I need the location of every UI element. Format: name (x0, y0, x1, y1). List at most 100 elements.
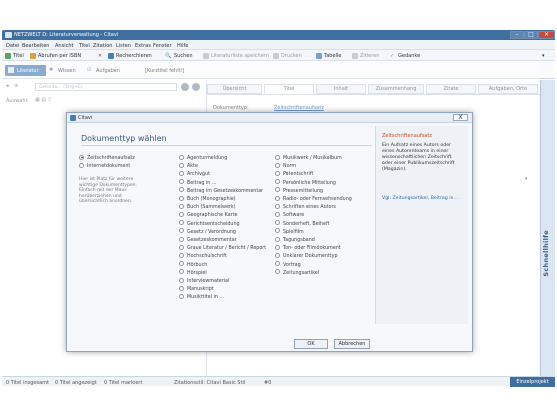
doctype-option[interactable]: Geographische Karte (179, 211, 237, 218)
abbrechen-button[interactable]: Abbrechen (334, 339, 370, 349)
menu-hilfe[interactable]: Hilfe (177, 43, 188, 49)
suchen-button[interactable]: Suchen (174, 53, 193, 59)
radio-button[interactable] (275, 269, 280, 275)
doctype-option[interactable]: Norm (275, 162, 297, 170)
radio-button[interactable] (275, 179, 280, 185)
radio-button[interactable] (179, 269, 184, 275)
radio-button[interactable] (179, 220, 184, 226)
radio-button[interactable] (275, 220, 280, 226)
radio-button[interactable] (275, 261, 280, 267)
doctype-option[interactable]: Ton- oder Filmdokument (275, 244, 341, 251)
doctype-option[interactable]: Musikttitel in ... (179, 293, 224, 300)
zitieren-button[interactable]: Zitieren (360, 53, 379, 59)
doctype-option[interactable]: Musikwerk / Musikalbum (275, 154, 342, 161)
menu-datei[interactable]: Datei (6, 43, 19, 49)
menu-fenster[interactable]: Fenster (153, 43, 172, 49)
doctype-option[interactable]: Software (275, 211, 304, 218)
radio-button[interactable] (275, 252, 280, 258)
ok-button[interactable]: OK (294, 339, 328, 349)
doctype-option[interactable]: Internetdokument (79, 162, 130, 169)
status-count: #0 (264, 380, 272, 386)
dialog-close-button[interactable]: X (453, 114, 468, 121)
radio-button[interactable] (275, 244, 280, 250)
recherchieren-button[interactable]: Recherchieren (116, 53, 152, 59)
radio-button[interactable] (179, 228, 184, 234)
radio-button[interactable] (275, 211, 280, 217)
radio-button[interactable] (179, 252, 184, 258)
doctype-option[interactable]: Gesetz / Verordnung (179, 228, 236, 235)
radio-button[interactable] (179, 211, 184, 217)
menu-titel[interactable]: Titel (79, 43, 90, 49)
doctype-option[interactable]: Buch (Monographie) (179, 195, 236, 202)
doctype-option[interactable]: Hörspiel (179, 269, 207, 276)
doctype-option[interactable]: Agenturmeldung (179, 154, 227, 161)
doctype-option[interactable]: Beitrag in ... (179, 179, 216, 186)
menu-zitation[interactable]: Zitation (93, 43, 112, 49)
doctype-option[interactable]: Pressemitteilung (275, 187, 323, 194)
radio-button[interactable] (179, 293, 184, 299)
doctype-option[interactable]: Akte (179, 162, 198, 169)
menu-listen[interactable]: Listen (116, 43, 131, 49)
doctype-option[interactable]: Zeitungsartikel (275, 269, 319, 276)
radio-button[interactable] (179, 154, 184, 160)
doctype-option[interactable]: Gesetzeskommentar (179, 236, 237, 243)
doctype-option[interactable]: Tagungsband (275, 236, 315, 243)
doctype-option[interactable]: Vortrag (275, 261, 301, 268)
doctype-option[interactable]: Beitrag im Gesetzeskommentar (179, 187, 263, 194)
doctype-option[interactable]: Manuskript (179, 285, 214, 292)
doctype-option[interactable]: Buch (Sammelwerk) (179, 203, 236, 210)
radio-button[interactable] (179, 179, 184, 185)
menu-extras[interactable]: Extras (135, 43, 151, 49)
radio-button[interactable] (179, 277, 184, 283)
radio-button[interactable] (179, 244, 184, 250)
tabelle-button[interactable]: Tabelle (324, 53, 341, 59)
doctype-option[interactable]: Zeitschriftenaufsatz (79, 154, 135, 161)
radio-button[interactable] (179, 203, 184, 209)
doctype-option[interactable]: Hörbuch (179, 261, 207, 268)
radio-button[interactable] (275, 162, 280, 168)
radio-button[interactable] (179, 195, 184, 201)
options-icon[interactable]: ▾ (542, 53, 545, 59)
literaturliste-button[interactable]: Literaturliste speichern (211, 53, 269, 59)
menu-bearbeiten[interactable]: Bearbeiten (22, 43, 49, 49)
titel-button[interactable]: Titel (13, 53, 24, 59)
doctype-option[interactable]: Sonderheft, Beiheft (275, 220, 329, 227)
radio-button[interactable] (179, 187, 184, 193)
radio-button[interactable] (179, 170, 184, 176)
doctype-option[interactable]: Interviewmaterial (179, 277, 229, 284)
doctype-option[interactable]: Patentschrift (275, 170, 313, 177)
close-window-button[interactable]: × (538, 31, 555, 39)
delete-icon[interactable]: ✕ (98, 53, 102, 59)
menu-ansicht[interactable]: Ansicht (55, 43, 73, 49)
doctype-option[interactable]: Spielfilm (275, 228, 304, 235)
maximize-button[interactable]: □ (524, 31, 538, 39)
doctype-option[interactable]: Persönliche Mitteilung (275, 179, 336, 186)
doctype-option[interactable]: Gerichtsentscheidung (179, 220, 240, 227)
doctype-option[interactable]: Hochschulschrift (179, 252, 227, 259)
radio-button[interactable] (179, 261, 184, 267)
doctype-option-label: Norm (283, 164, 297, 170)
doctype-option[interactable]: Schriften eines Autors (275, 203, 336, 210)
radio-button[interactable] (79, 162, 84, 168)
minimize-button[interactable]: – (510, 31, 524, 39)
radio-button[interactable] (179, 162, 184, 168)
doctype-option[interactable]: Archivgut (179, 170, 210, 177)
related-types-link[interactable]: Vgl. Zeitungsartikel, Beitrag in... (382, 196, 462, 202)
radio-button[interactable] (275, 154, 280, 160)
doctype-option[interactable]: Graue Literatur / Bericht / Report (179, 244, 266, 251)
radio-button[interactable] (275, 170, 280, 176)
radio-button[interactable] (275, 228, 280, 234)
radio-button[interactable] (179, 236, 184, 242)
radio-button[interactable] (275, 187, 280, 193)
schnellhilfe-panel[interactable]: Schnellhilfe (540, 80, 555, 376)
drucken-button[interactable]: Drucken (281, 53, 302, 59)
radio-button[interactable] (79, 154, 84, 160)
radio-button[interactable] (275, 236, 280, 242)
radio-button[interactable] (179, 285, 184, 291)
abrufen-button[interactable]: Abrufen per ISBN (38, 53, 81, 59)
doctype-option[interactable]: Radio- oder Fernsehsendung (275, 195, 352, 202)
radio-button[interactable] (275, 195, 280, 201)
doctype-option[interactable]: Unklarer Dokumenttyp (275, 252, 338, 259)
radio-button[interactable] (275, 203, 280, 209)
gedanke-button[interactable]: Gedanke (398, 53, 420, 59)
